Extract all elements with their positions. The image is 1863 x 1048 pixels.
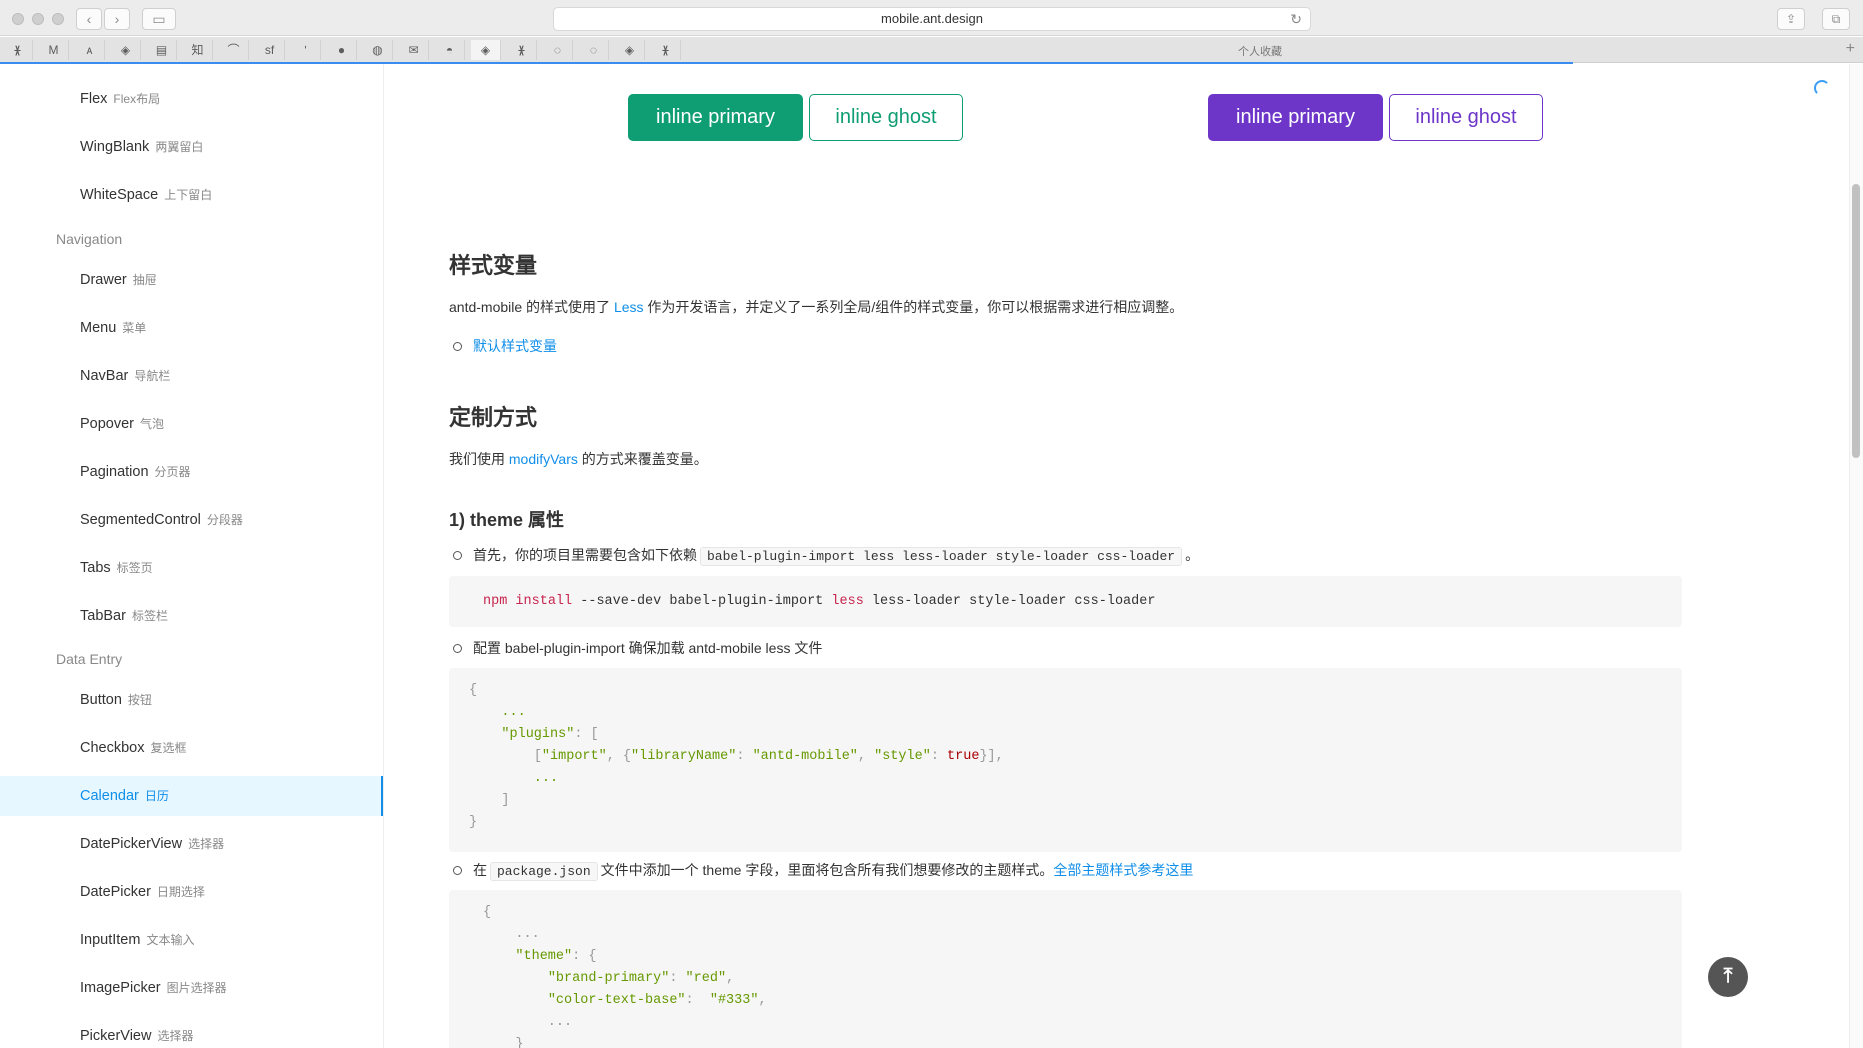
url-text: mobile.ant.design — [881, 11, 983, 26]
scrollbar-thumb[interactable] — [1852, 184, 1860, 458]
sidebar-toggle-icon[interactable]: ▭ — [142, 8, 176, 30]
list-item: 首先，你的项目里需要包含如下依赖 babel-plugin-import less… — [449, 544, 1199, 568]
code-block-npm: npm install --save-dev babel-plugin-impo… — [449, 576, 1682, 627]
sidebar-item-segmentedcontrol[interactable]: SegmentedControl 分段器 — [0, 500, 383, 540]
inline-ghost-button-purple[interactable]: inline ghost — [1389, 94, 1543, 141]
heading-customize: 定制方式 — [449, 405, 538, 430]
bookmark-icon[interactable]: ◈ — [111, 40, 141, 60]
main-content: inline primary inline ghost inline prima… — [385, 64, 1847, 1048]
inline-ghost-button-green[interactable]: inline ghost — [809, 94, 963, 141]
back-icon[interactable]: ‹ — [76, 8, 102, 30]
bookmark-icon[interactable]: ▤ — [147, 40, 177, 60]
inline-primary-button-green[interactable]: inline primary — [628, 94, 803, 141]
sidebar-item-menu[interactable]: Menu 菜单 — [0, 308, 383, 348]
zoom-window-button[interactable] — [52, 13, 64, 25]
bookmark-icon[interactable]: ⌒ — [219, 40, 249, 60]
sidebar-item-flex[interactable]: Flex Flex布局 — [0, 79, 383, 119]
bookmark-icon[interactable]: ᚕ — [651, 40, 681, 60]
bookmark-icon[interactable]: ʹ — [291, 40, 321, 60]
default-style-variables-link[interactable]: 默认样式变量 — [473, 338, 557, 354]
modifyvars-link[interactable]: modifyVars — [509, 451, 578, 467]
bookmark-icon[interactable]: ✉ — [399, 40, 429, 60]
reload-icon[interactable]: ↻ — [1290, 8, 1302, 30]
back-to-top-icon[interactable]: ⤒ — [1708, 957, 1748, 997]
loading-spinner-icon — [1814, 80, 1830, 96]
sidebar-group-data-entry: Data Entry — [56, 651, 123, 667]
close-window-button[interactable] — [12, 13, 24, 25]
bookmark-icon[interactable]: ᚕ — [3, 40, 33, 60]
list-item: 在 package.json 文件中添加一个 theme 字段，里面将包含所有我们想… — [449, 859, 1193, 883]
bookmark-icon[interactable]: ◈ — [615, 40, 645, 60]
forward-icon[interactable]: › — [104, 8, 130, 30]
sidebar-item-popover[interactable]: Popover 气泡 — [0, 404, 383, 444]
bookmark-icon[interactable]: ᴀ — [75, 40, 105, 60]
all-theme-styles-link[interactable]: 全部主题样式参考这里 — [1053, 862, 1193, 878]
sidebar-item-calendar[interactable]: Calendar 日历 — [0, 776, 383, 816]
heading-style-variables: 样式变量 — [449, 253, 538, 278]
sidebar-item-datepickerview[interactable]: DatePickerView 选择器 — [0, 824, 383, 864]
favorites-label[interactable]: 个人收藏 — [1238, 43, 1282, 59]
sidebar-group-navigation: Navigation — [56, 231, 123, 247]
paragraph-customize: 我们使用 modifyVars 的方式来覆盖变量。 — [449, 451, 708, 467]
tabs-overview-icon[interactable]: ⧉ — [1822, 8, 1850, 30]
sidebar-item-imagepicker[interactable]: ImagePicker 图片选择器 — [0, 968, 383, 1008]
sidebar-item-pickerview[interactable]: PickerView 选择器 — [0, 1016, 383, 1048]
inline-primary-button-purple[interactable]: inline primary — [1208, 94, 1383, 141]
docs-sidebar: Flex Flex布局 WingBlank 两翼留白 WhiteSpace 上下留白 … — [0, 64, 384, 1048]
bookmark-icon[interactable]: 知 — [183, 40, 213, 60]
bookmark-icon[interactable]: ◍ — [363, 40, 393, 60]
sidebar-item-tabs[interactable]: Tabs 标签页 — [0, 548, 383, 588]
inline-code: babel-plugin-import less less-loader sty… — [700, 547, 1183, 566]
code-block-theme: { ... "theme": { "brand-primary": "red",… — [449, 890, 1682, 1048]
sidebar-item-pagination[interactable]: Pagination 分页器 — [0, 452, 383, 492]
bookmark-icon[interactable]: ◌ — [579, 40, 609, 60]
paragraph-style-variables: antd-mobile 的样式使用了 Less 作为开发语言，并定义了一系列全局… — [449, 299, 1184, 315]
bookmark-icon[interactable]: ◌ — [543, 40, 573, 60]
sidebar-item-checkbox[interactable]: Checkbox 复选框 — [0, 728, 383, 768]
sidebar-item-inputitem[interactable]: InputItem 文本输入 — [0, 920, 383, 960]
bookmark-icon[interactable]: sf — [255, 40, 285, 60]
list-item: 默认样式变量 — [449, 335, 557, 357]
address-bar[interactable]: mobile.ant.design ↻ — [553, 7, 1311, 31]
sidebar-item-tabbar[interactable]: TabBar 标签栏 — [0, 596, 383, 636]
inline-code: package.json — [490, 862, 598, 881]
bookmark-icon[interactable]: ◈ — [471, 40, 501, 60]
code-block-babel-config: { ... "plugins": [ ["import", {"libraryN… — [449, 668, 1682, 852]
bookmark-icon[interactable]: ᚕ — [507, 40, 537, 60]
less-link[interactable]: Less — [614, 299, 644, 315]
bookmarks-bar: ᚕ M ᴀ ◈ ▤ 知 ⌒ sf ʹ ● ◍ ✉ ◓ ◈ ᚕ ◌ ◌ ◈ ᚕ 个… — [0, 37, 1863, 63]
sidebar-item-navbar[interactable]: NavBar 导航栏 — [0, 356, 383, 396]
sidebar-item-drawer[interactable]: Drawer 抽屉 — [0, 260, 383, 300]
bookmark-icon[interactable]: M — [39, 40, 69, 60]
sidebar-item-wingblank[interactable]: WingBlank 两翼留白 — [0, 127, 383, 167]
sidebar-item-button[interactable]: Button 按钮 — [0, 680, 383, 720]
bookmark-icon[interactable]: ◓ — [435, 40, 465, 60]
bookmark-icon[interactable]: ● — [327, 40, 357, 60]
sidebar-item-whitespace[interactable]: WhiteSpace 上下留白 — [0, 175, 383, 215]
share-icon[interactable]: ⇪ — [1777, 8, 1805, 30]
sidebar-item-datepicker[interactable]: DatePicker 日期选择 — [0, 872, 383, 912]
list-item: 配置 babel-plugin-import 确保加载 antd-mobile … — [449, 637, 822, 659]
minimize-window-button[interactable] — [32, 13, 44, 25]
heading-theme-attribute: 1) theme 属性 — [449, 510, 565, 530]
browser-titlebar: ‹ › ▭ mobile.ant.design ↻ ⇪ ⧉ — [0, 0, 1863, 36]
add-icon[interactable]: + — [1846, 40, 1855, 58]
